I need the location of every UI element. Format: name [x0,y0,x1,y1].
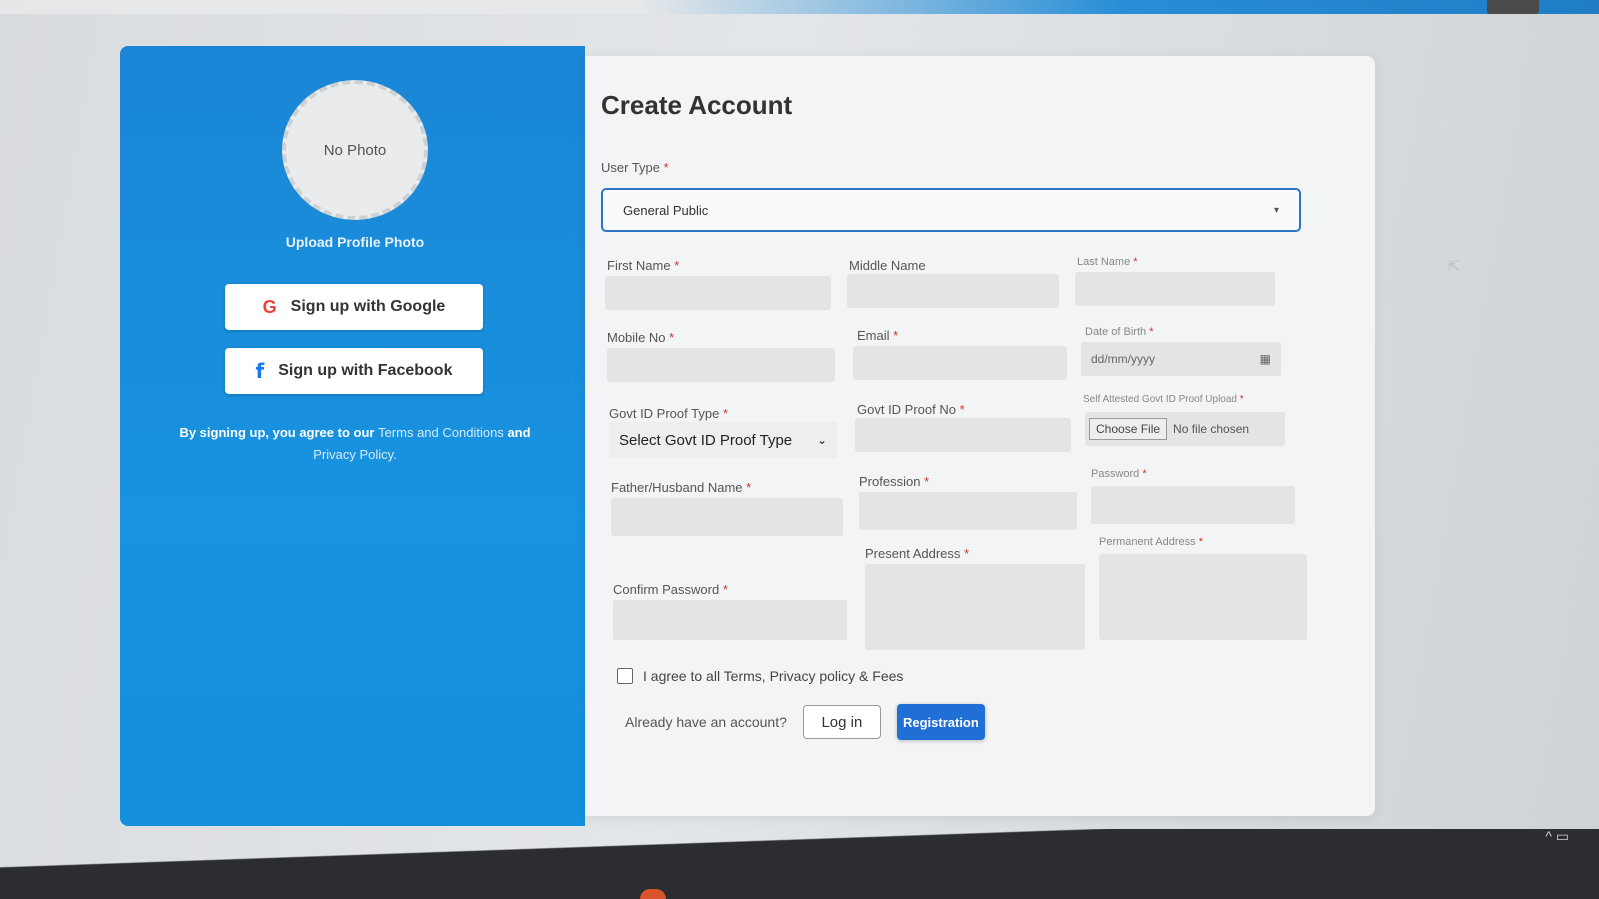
choose-file-button[interactable]: Choose File [1089,418,1168,440]
signup-card: No Photo Upload Profile Photo G Sign up … [120,46,1380,826]
govt-id-type-value: Select Govt ID Proof Type [619,431,793,449]
taskbar: ^ ▭ [0,828,1599,899]
left-panel: No Photo Upload Profile Photo G Sign up … [120,46,585,826]
first-name-label: First Name * [607,258,680,273]
user-type-value: General Public [623,202,709,218]
mouse-cursor-icon: ⇱ [1448,258,1460,274]
permanent-address-textarea[interactable] [1099,554,1307,640]
user-type-select[interactable]: General Public ▾ [601,188,1301,232]
password-field[interactable] [1091,486,1295,524]
govt-id-type-select[interactable]: Select Govt ID Proof Type ⌄ [609,422,837,458]
id-upload-field[interactable]: Choose File No file chosen [1085,412,1285,446]
signup-agreement-text: By signing up, you agree to our Terms an… [160,422,550,466]
govt-id-type-label: Govt ID Proof Type * [609,406,728,421]
browser-top-strip [0,0,1599,14]
photo-placeholder-text: No Photo [323,141,387,159]
sign-up-facebook-button[interactable]: f Sign up with Facebook [225,348,483,394]
facebook-button-label: Sign up with Facebook [278,362,453,379]
no-file-text: No file chosen [1173,422,1250,436]
google-button-label: Sign up with Google [290,298,446,315]
login-button[interactable]: Log in [802,705,881,739]
first-name-field[interactable] [605,276,831,310]
chevron-down-icon: ▾ [1273,204,1279,216]
agreement-prefix: By signing up, you agree to our [179,425,375,440]
father-husband-field[interactable] [611,498,843,536]
system-tray-icon[interactable]: ^ ▭ [1545,828,1569,845]
confirm-password-field[interactable] [613,600,847,640]
middle-name-label: Middle Name [849,258,926,273]
browser-app-icon[interactable] [640,889,666,899]
email-label: Email * [857,328,899,343]
dob-field[interactable]: dd/mm/yyyy ▦ [1081,342,1281,376]
profession-label: Profession * [859,474,930,489]
user-type-label: User Type * [601,160,669,175]
agreement-and: and [507,425,531,440]
google-icon: G [262,296,277,317]
sign-up-google-button[interactable]: G Sign up with Google [225,284,483,330]
last-name-field[interactable] [1075,272,1275,306]
middle-name-field[interactable] [847,274,1059,308]
terms-row: I agree to all Terms, Privacy policy & F… [617,668,903,684]
mobile-field[interactable] [607,348,835,382]
last-name-label: Last Name * [1077,256,1138,268]
chevron-down-icon: ⌄ [816,433,827,447]
father-husband-label: Father/Husband Name * [611,480,752,495]
dob-label: Date of Birth * [1085,326,1154,338]
page-title: Create Account [601,90,793,120]
dob-placeholder: dd/mm/yyyy [1091,352,1156,366]
present-address-textarea[interactable] [865,564,1085,650]
mobile-label: Mobile No * [607,330,675,345]
login-row: Already have an account? Log in Registra… [625,704,985,740]
profile-photo-placeholder[interactable]: No Photo [282,80,428,220]
terms-link[interactable]: Terms and Conditions [378,425,504,440]
upload-profile-photo-link[interactable]: Upload Profile Photo [120,234,590,250]
already-account-text: Already have an account? [625,714,787,730]
avatar[interactable] [1487,0,1539,14]
form-panel: Create Account User Type * General Publi… [585,56,1375,816]
calendar-icon[interactable]: ▦ [1260,352,1271,366]
govt-id-no-field[interactable] [855,418,1071,452]
permanent-address-label: Permanent Address * [1099,536,1203,548]
privacy-policy-link[interactable]: Privacy Policy. [313,447,397,462]
terms-checkbox[interactable] [617,668,633,684]
id-upload-label: Self Attested Govt ID Proof Upload * [1083,394,1244,405]
profession-field[interactable] [859,492,1077,530]
terms-checkbox-label: I agree to all Terms, Privacy policy & F… [643,668,904,684]
registration-button[interactable]: Registration [896,704,985,740]
govt-id-no-label: Govt ID Proof No * [857,402,965,417]
email-field[interactable] [853,346,1067,380]
password-label: Password * [1091,468,1147,480]
facebook-icon: f [255,359,265,383]
present-address-label: Present Address * [865,546,970,561]
confirm-password-label: Confirm Password * [613,582,728,597]
